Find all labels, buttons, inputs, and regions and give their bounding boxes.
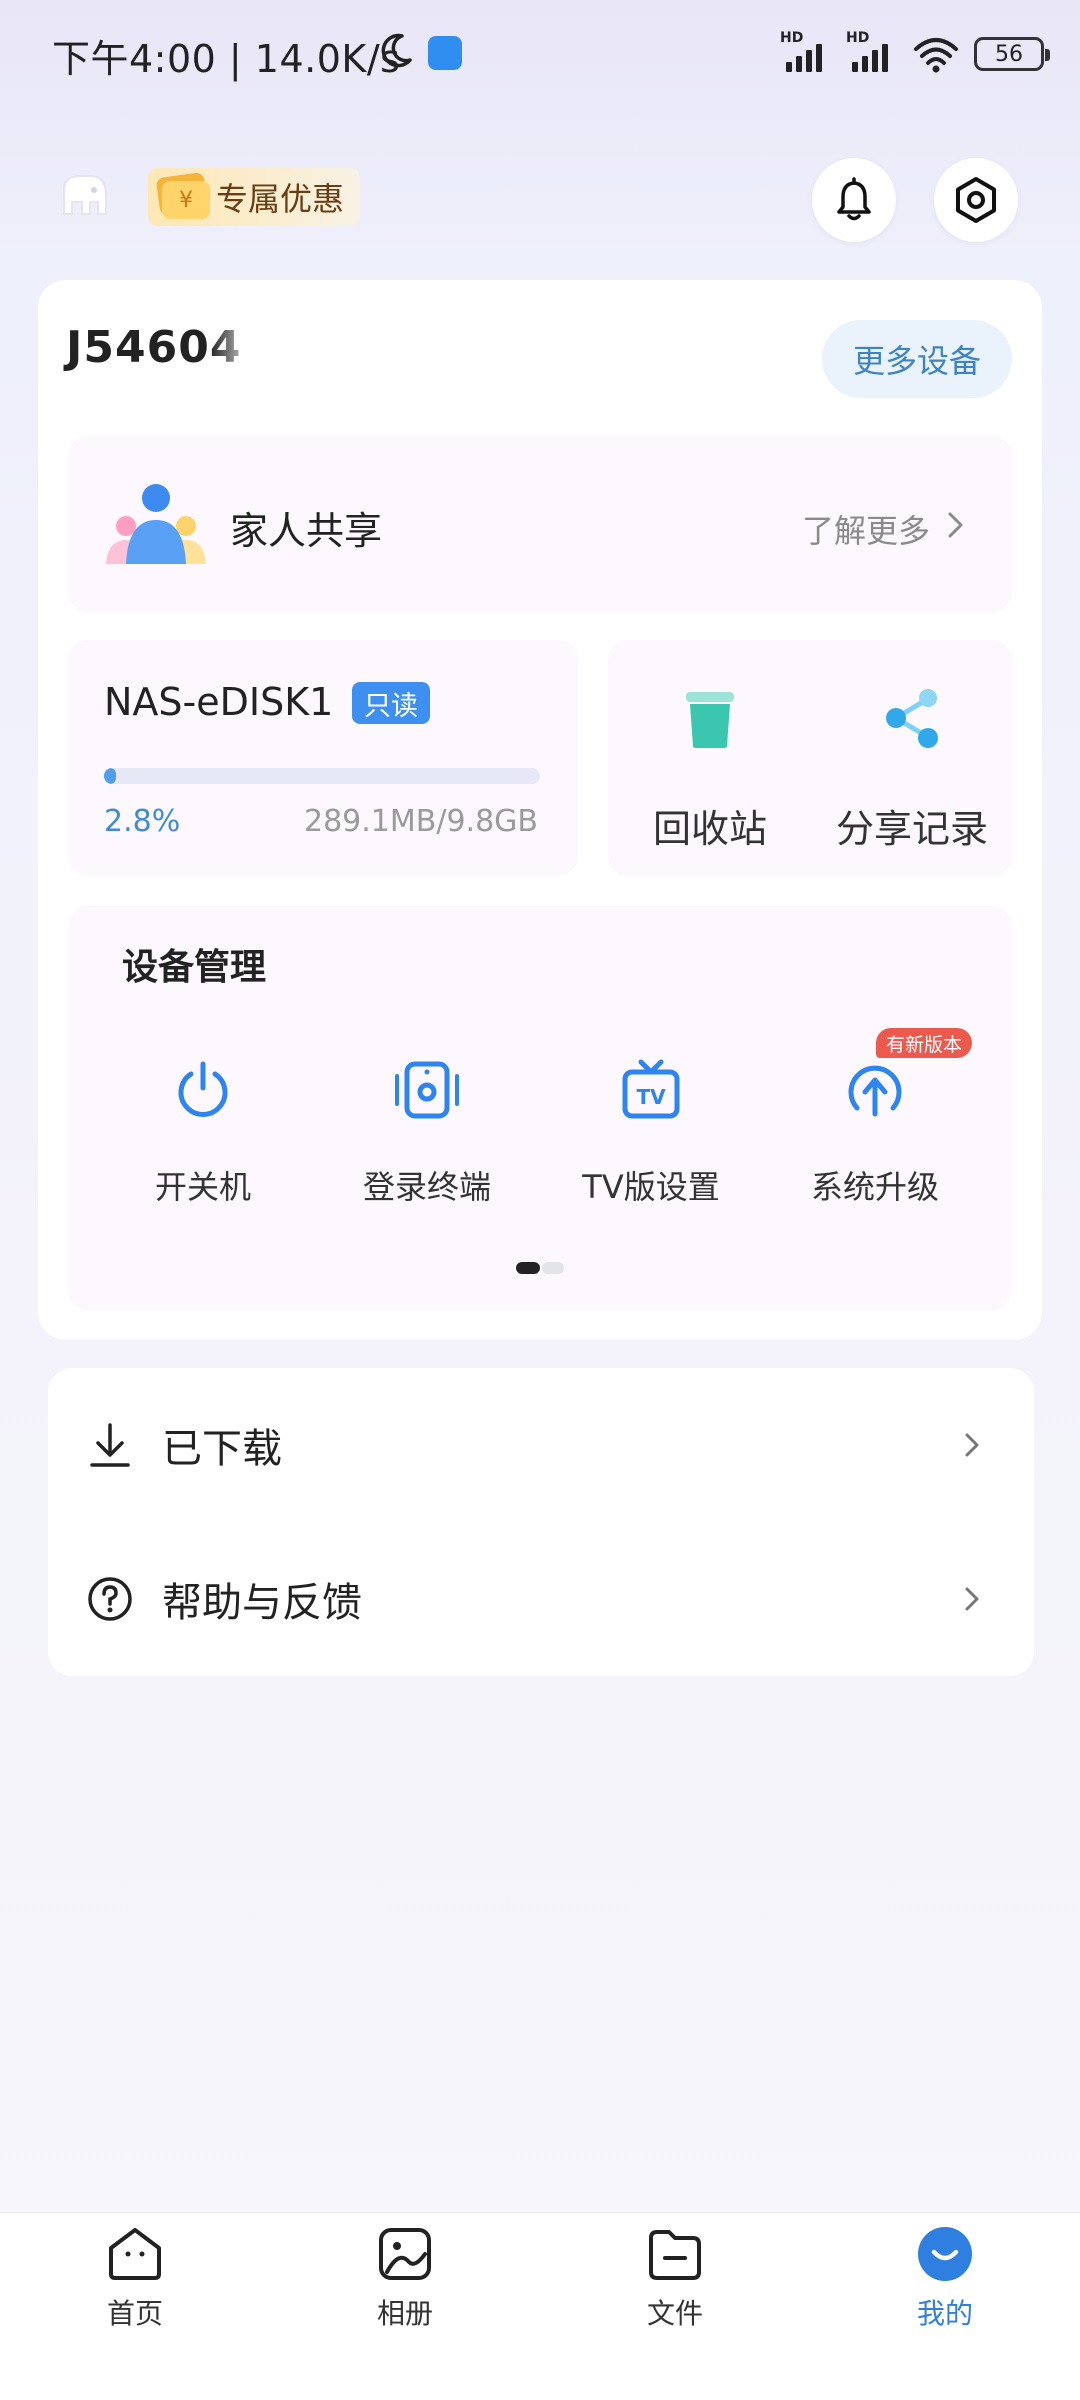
tv-settings-button[interactable]: TV TV版设置 xyxy=(536,1058,766,1208)
home-icon xyxy=(109,2228,161,2280)
downloaded-row[interactable]: 已下载 xyxy=(48,1368,1034,1522)
folder-icon xyxy=(649,2230,701,2280)
terminal-icon xyxy=(395,1061,459,1119)
nav-home-label: 首页 xyxy=(106,2297,163,2330)
app-notification-icon xyxy=(428,36,462,70)
help-feedback-row[interactable]: 帮助与反馈 xyxy=(48,1522,1034,1676)
page-indicator-active xyxy=(516,1262,540,1274)
recycle-bin-button[interactable]: 回收站 xyxy=(610,686,810,853)
disk-usage-fill xyxy=(104,768,117,784)
status-indicators: HD HD 56 xyxy=(780,30,1050,74)
trash-icon xyxy=(686,692,734,748)
share-records-button[interactable]: 分享记录 xyxy=(812,686,1012,853)
nav-album-label: 相册 xyxy=(376,2297,433,2330)
share-records-label: 分享记录 xyxy=(835,807,988,851)
promo-label: 专属优惠 xyxy=(216,180,345,218)
settings-button[interactable] xyxy=(934,158,1018,242)
question-circle-icon xyxy=(88,1577,132,1621)
power-button[interactable]: 开关机 xyxy=(88,1058,318,1208)
cell-signal-icon: HD xyxy=(846,30,898,72)
profile-smile-icon xyxy=(918,2227,972,2281)
nav-mine-label: 我的 xyxy=(916,2297,973,2330)
family-share-icon xyxy=(106,484,206,564)
chevron-right-icon xyxy=(948,512,963,538)
svg-text:¥: ¥ xyxy=(179,188,193,213)
album-icon xyxy=(379,2228,431,2280)
recycle-bin-label: 回收站 xyxy=(652,807,767,851)
moon-icon xyxy=(381,33,412,68)
disk-storage-card[interactable] xyxy=(68,640,578,876)
learn-more-link[interactable]: 了解更多 xyxy=(802,506,930,552)
chevron-right-icon xyxy=(965,1433,979,1457)
device-name-fade xyxy=(210,315,280,380)
more-devices-button[interactable]: 更多设备 xyxy=(822,320,1012,398)
battery-indicator: 56 xyxy=(974,37,1050,71)
page-indicator xyxy=(516,1262,564,1274)
notification-button[interactable] xyxy=(812,158,896,242)
nav-mine[interactable]: 我的 xyxy=(845,2224,1045,2332)
read-only-badge: 只读 xyxy=(352,682,430,724)
status-time-speed: 下午4:00 | 14.0K/s xyxy=(52,37,401,81)
coupon-coin-icon: ¥ xyxy=(156,172,210,219)
disk-usage-bar xyxy=(104,768,540,784)
nav-album[interactable]: 相册 xyxy=(305,2224,505,2332)
cell-signal-icon: HD xyxy=(780,30,832,72)
nav-files-label: 文件 xyxy=(646,2297,703,2330)
device-management-title: 设备管理 xyxy=(122,947,267,988)
bell-icon xyxy=(837,177,871,221)
login-terminal-label: 登录终端 xyxy=(362,1168,491,1206)
tv-icon: TV xyxy=(622,1059,680,1119)
app-logo-icon[interactable] xyxy=(56,170,112,220)
hexagon-settings-icon xyxy=(956,177,996,223)
disk-usage-percent: 2.8% xyxy=(104,804,181,839)
nav-files[interactable]: 文件 xyxy=(575,2224,775,2332)
share-icon xyxy=(886,689,938,748)
help-feedback-label: 帮助与反馈 xyxy=(162,1580,362,1626)
disk-usage-size: 289.1MB/9.8GB xyxy=(304,804,538,839)
status-bar: 下午4:00 | 14.0K/s HD HD 56 xyxy=(0,0,1080,110)
download-icon xyxy=(90,1423,130,1467)
page-indicator-dot xyxy=(542,1262,564,1274)
tv-settings-label: TV版设置 xyxy=(582,1168,720,1206)
family-share-title: 家人共享 xyxy=(230,509,383,553)
downloaded-label: 已下载 xyxy=(162,1426,282,1472)
new-version-badge: 有新版本 xyxy=(876,1028,973,1058)
power-label: 开关机 xyxy=(154,1168,251,1206)
exclusive-offer-banner[interactable]: ¥ 专属优惠 xyxy=(148,168,361,226)
system-upgrade-label: 系统升级 xyxy=(810,1168,939,1206)
login-terminal-button[interactable]: 登录终端 xyxy=(312,1058,542,1208)
wifi-icon xyxy=(914,38,958,73)
disk-name: NAS-eDISK1 xyxy=(104,680,334,724)
svg-text:TV: TV xyxy=(636,1085,666,1109)
chevron-right-icon xyxy=(965,1587,979,1611)
nav-home[interactable]: 首页 xyxy=(35,2224,235,2332)
system-upgrade-button[interactable]: 系统升级 xyxy=(760,1058,990,1208)
power-icon xyxy=(178,1061,228,1117)
upgrade-icon xyxy=(848,1065,902,1117)
